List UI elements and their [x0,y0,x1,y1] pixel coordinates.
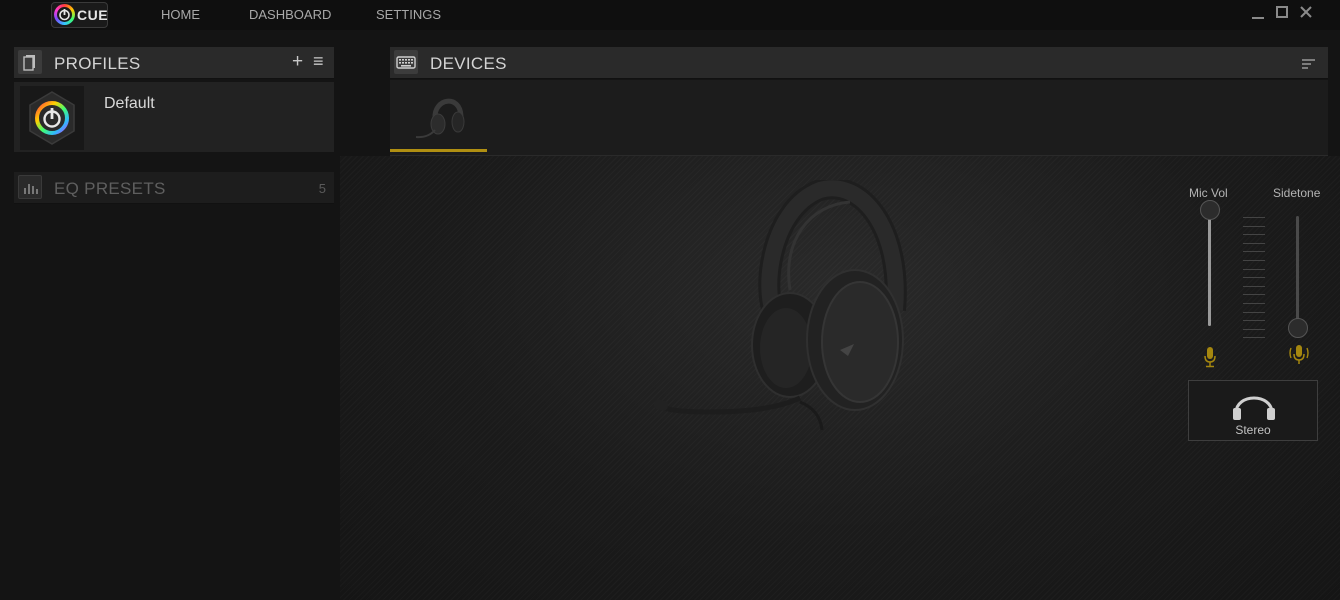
title-bar: CUE HOME DASHBOARD SETTINGS [0,0,1340,30]
eq-presets-header[interactable]: EQ PRESETS 5 [14,172,334,204]
profiles-icon [18,50,42,74]
nav-dashboard[interactable]: DASHBOARD [249,7,331,22]
close-button[interactable] [1298,5,1314,23]
headset-thumbnail-icon [415,98,465,139]
profile-name: Default [104,95,155,112]
eq-presets-count: 5 [318,181,326,196]
profile-power-icon [29,91,75,145]
profile-item-default[interactable]: Default [14,82,334,152]
minimize-icon [1252,17,1264,19]
devices-title: DEVICES [430,54,507,73]
maximize-button[interactable] [1274,5,1290,23]
sidetone-slider-track[interactable] [1296,216,1299,328]
headphones-icon [1233,396,1275,420]
microphone-icon [1204,347,1216,368]
add-profile-button[interactable]: + [292,51,303,73]
selected-device-indicator [390,149,487,152]
headset-image[interactable] [650,180,920,440]
devices-menu-button[interactable] [1302,57,1316,75]
mic-vol-slider-fill [1208,210,1211,326]
sidetone-label: Sidetone [1273,186,1321,200]
profile-thumbnail [20,86,84,150]
device-tab-headset[interactable] [390,80,487,152]
slider-scale-ticks [1243,217,1265,346]
maximize-icon [1276,6,1288,18]
equalizer-icon [18,175,42,199]
profiles-title: PROFILES [54,54,141,73]
power-logo-icon [54,4,75,25]
mic-vol-label: Mic Vol [1189,186,1228,200]
mic-vol-slider-knob[interactable] [1200,200,1220,220]
profiles-header: PROFILES + ≡ [14,47,334,79]
devices-header: DEVICES [390,47,1328,79]
nav-home[interactable]: HOME [161,7,200,22]
eq-presets-title: EQ PRESETS [54,179,166,198]
sidetone-microphone-icon [1289,345,1309,364]
logo-text: CUE [77,7,109,23]
sort-lines-icon [1302,59,1315,69]
mic-vol-slider-track[interactable] [1208,210,1211,326]
devices-list [390,80,1328,156]
nav-settings[interactable]: SETTINGS [376,7,441,22]
stereo-label: Stereo [1235,423,1271,437]
keyboard-icon [394,50,418,74]
minimize-button[interactable] [1250,5,1266,23]
close-icon [1300,6,1312,18]
profiles-menu-button[interactable]: ≡ [313,51,324,72]
stereo-mode-button[interactable]: Stereo [1188,380,1318,441]
sidetone-slider-knob[interactable] [1288,318,1308,338]
cue-logo[interactable]: CUE [51,2,108,28]
